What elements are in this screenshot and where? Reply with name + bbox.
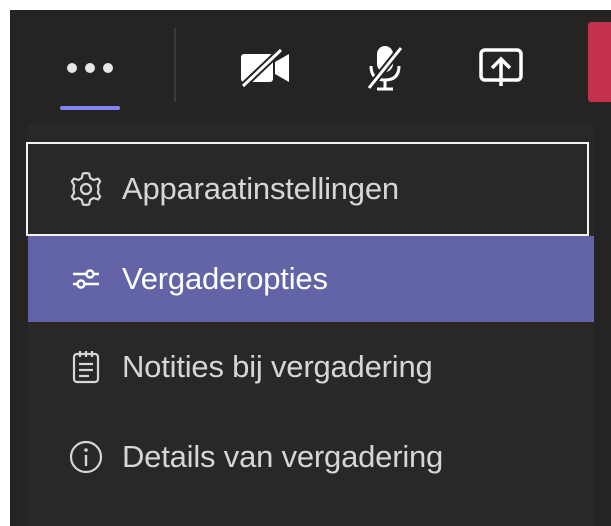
menu-item-label: Vergaderopties bbox=[122, 261, 328, 296]
menu-item-meeting-details[interactable]: Details van vergadering bbox=[28, 414, 594, 500]
more-actions-button[interactable] bbox=[50, 38, 130, 110]
share-tray-icon bbox=[477, 46, 525, 95]
active-indicator bbox=[60, 106, 120, 110]
more-dots-icon bbox=[64, 61, 116, 80]
menu-item-meeting-notes[interactable]: Notities bij vergadering bbox=[28, 324, 594, 410]
toolbar-divider bbox=[174, 28, 176, 102]
meeting-window: Apparaatinstellingen Vergaderopties Noti… bbox=[10, 10, 611, 526]
camera-off-icon bbox=[237, 46, 293, 95]
menu-item-label: Apparaatinstellingen bbox=[122, 171, 399, 206]
camera-toggle-button[interactable] bbox=[230, 38, 300, 102]
microphone-toggle-button[interactable] bbox=[350, 38, 420, 102]
meeting-toolbar bbox=[10, 10, 611, 120]
mic-off-icon bbox=[361, 42, 409, 99]
leave-button[interactable] bbox=[588, 22, 611, 102]
menu-item-meeting-options[interactable]: Vergaderopties bbox=[28, 236, 594, 322]
info-icon bbox=[66, 437, 106, 477]
menu-item-device-settings[interactable]: Apparaatinstellingen bbox=[26, 142, 589, 236]
menu-item-label: Details van vergadering bbox=[122, 439, 444, 474]
notes-icon bbox=[66, 347, 106, 387]
sliders-icon bbox=[66, 259, 106, 299]
share-content-button[interactable] bbox=[466, 38, 536, 102]
gear-icon bbox=[66, 169, 106, 209]
more-actions-menu: Apparaatinstellingen Vergaderopties Noti… bbox=[26, 124, 594, 526]
menu-item-label: Notities bij vergadering bbox=[122, 349, 433, 384]
